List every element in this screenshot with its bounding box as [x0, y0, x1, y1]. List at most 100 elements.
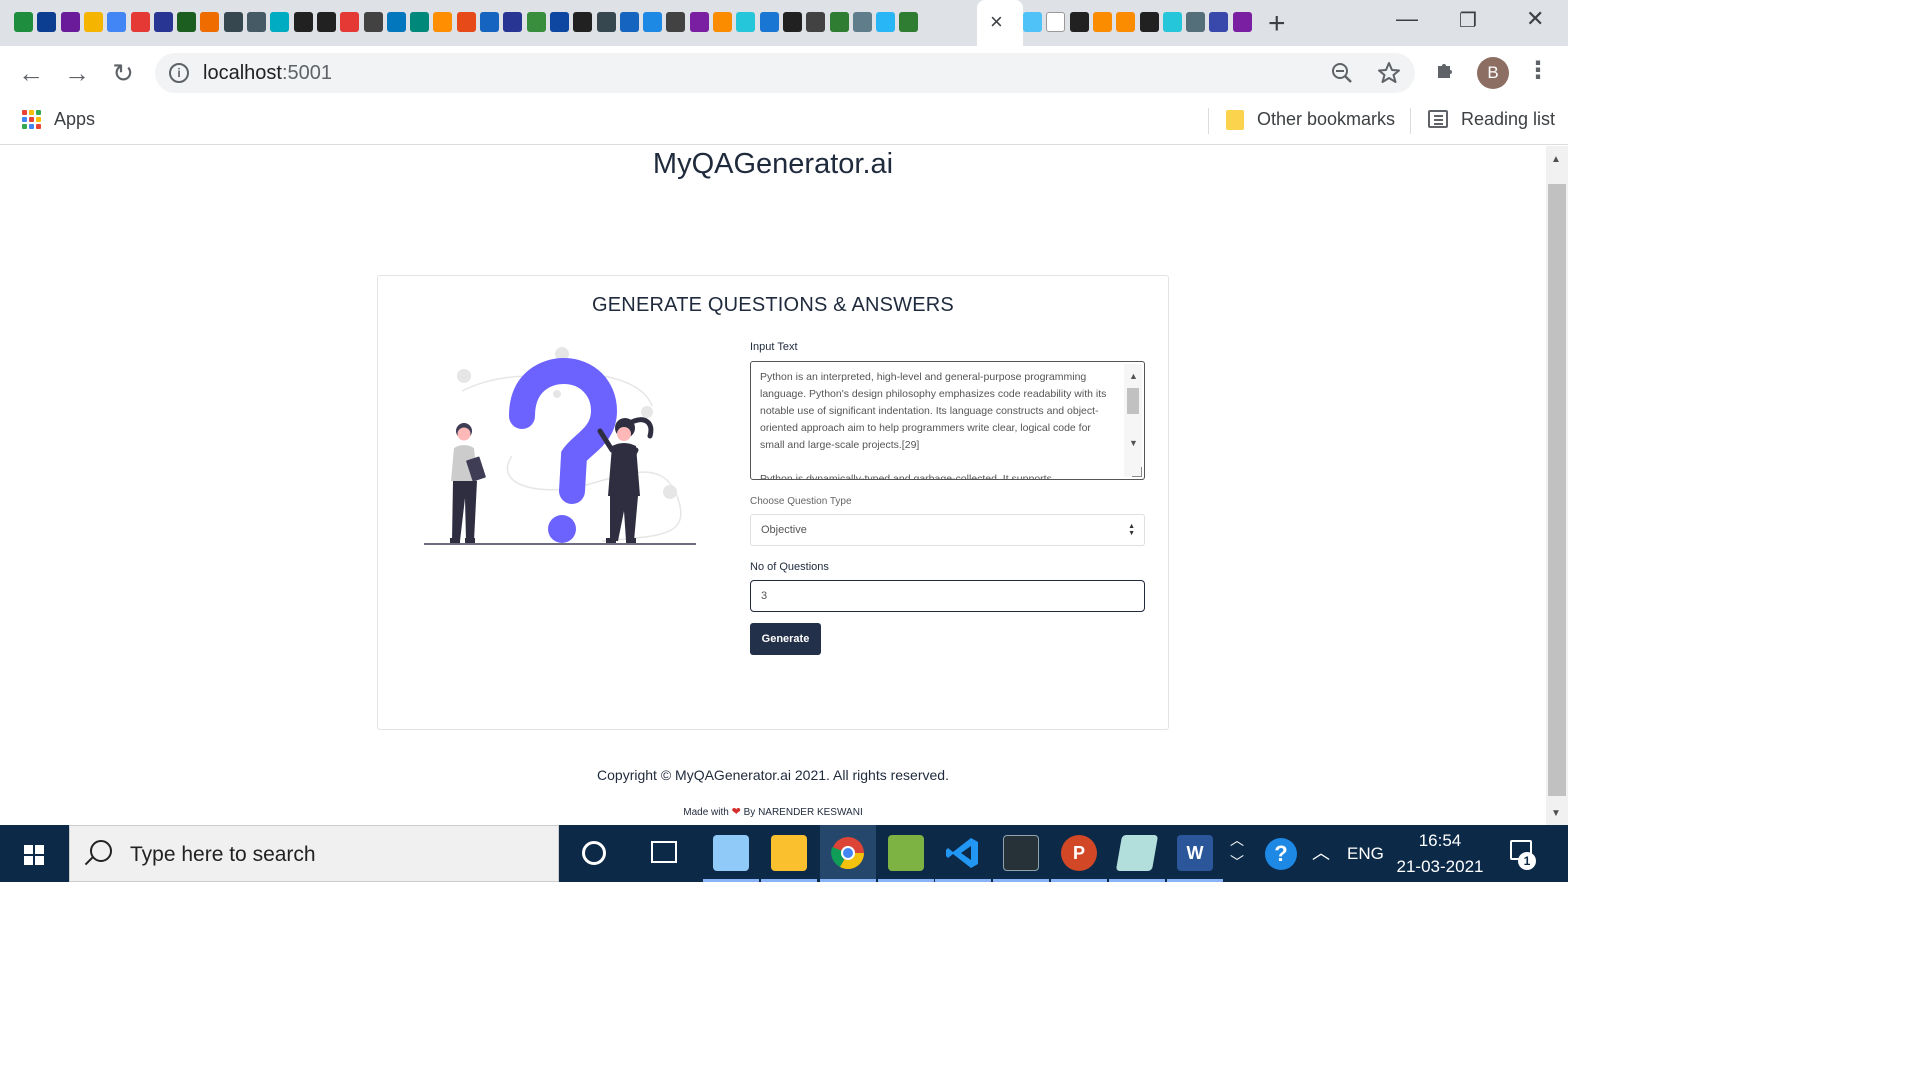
tab-favicon-icon[interactable] [1186, 12, 1206, 32]
tab-favicon-icon[interactable] [247, 12, 266, 32]
tab-favicon-icon[interactable] [363, 12, 383, 32]
tab-favicon-icon[interactable] [316, 12, 336, 32]
address-bar[interactable]: i localhost:5001 [155, 53, 1415, 93]
tab-favicon-icon[interactable] [130, 12, 150, 32]
tab-favicon-icon[interactable] [689, 12, 709, 32]
browser-menu-icon[interactable]: ⋮ [1526, 56, 1550, 85]
scroll-down-icon[interactable]: ▼ [1551, 808, 1561, 819]
chrome-icon[interactable] [830, 835, 866, 871]
mysql-workbench-icon[interactable] [1003, 835, 1039, 871]
tab-favicon-icon[interactable] [596, 12, 616, 32]
tab-favicon-icon[interactable] [14, 12, 33, 32]
tab-favicon-icon[interactable] [503, 12, 523, 32]
tab-favicon-icon[interactable] [573, 12, 593, 32]
tab-favicon-icon[interactable] [270, 12, 290, 32]
notepad-plus-plus-icon[interactable] [888, 835, 924, 871]
tab-favicon-icon[interactable] [899, 12, 919, 32]
tab-favicon-icon[interactable] [806, 12, 826, 32]
tab-favicon-icon[interactable] [1092, 12, 1112, 32]
extensions-icon[interactable] [1434, 58, 1458, 82]
back-button[interactable]: ← [14, 56, 48, 90]
tab-favicon-icon[interactable] [293, 12, 313, 32]
reading-list-icon[interactable] [1428, 110, 1448, 128]
tab-favicon-icon[interactable] [829, 12, 849, 32]
help-icon[interactable]: ? [1265, 838, 1297, 870]
tab-favicon-icon[interactable] [1023, 12, 1042, 32]
reload-button[interactable]: ↻ [106, 56, 140, 90]
tab-favicon-icon[interactable] [340, 12, 360, 32]
tab-favicon-icon[interactable] [480, 12, 499, 32]
generate-button[interactable]: Generate [750, 623, 821, 655]
app-icon[interactable] [1115, 835, 1159, 871]
vscode-icon[interactable] [945, 835, 981, 871]
tab-favicon-icon[interactable] [666, 12, 686, 32]
tab-favicon-icon[interactable] [433, 12, 453, 32]
tab-favicon-icon[interactable] [223, 12, 243, 32]
tab-favicon-icon[interactable] [643, 12, 663, 32]
textarea-scroll-thumb[interactable] [1127, 388, 1139, 414]
restore-button[interactable]: ❐ [1459, 8, 1477, 33]
zoom-icon[interactable] [1331, 62, 1353, 84]
other-bookmarks[interactable]: Other bookmarks [1257, 109, 1395, 130]
active-tab[interactable]: × [977, 0, 1023, 46]
tab-favicon-icon[interactable] [619, 12, 639, 32]
scroll-up-icon[interactable]: ▲ [1551, 154, 1561, 165]
minimize-button[interactable]: — [1396, 6, 1418, 32]
apps-bookmark[interactable]: Apps [54, 109, 95, 130]
new-tab-button[interactable]: + [1268, 7, 1286, 41]
page-scrollbar[interactable]: ▲ ▼ [1546, 146, 1568, 825]
apps-grid-icon[interactable] [22, 110, 42, 130]
taskbar-search-box[interactable]: Type here to search [69, 825, 559, 882]
tab-favicon-icon[interactable] [1069, 12, 1089, 32]
tab-favicon-icon[interactable] [60, 12, 80, 32]
language-indicator[interactable]: ENG [1347, 844, 1384, 864]
tab-favicon-icon[interactable] [1209, 12, 1229, 32]
input-text-area[interactable]: Python is an interpreted, high-level and… [750, 361, 1145, 480]
reading-list[interactable]: Reading list [1461, 109, 1555, 130]
tab-favicon-icon[interactable] [410, 12, 430, 32]
tab-favicon-icon[interactable] [713, 12, 732, 32]
snipping-tool-icon[interactable] [713, 835, 749, 871]
tab-favicon-icon[interactable] [1162, 12, 1182, 32]
tab-favicon-icon[interactable] [1139, 12, 1159, 32]
tab-favicon-icon[interactable] [1116, 12, 1136, 32]
tab-favicon-icon[interactable] [83, 12, 103, 32]
scroll-down-icon[interactable]: ▼ [1129, 435, 1138, 452]
site-info-icon[interactable]: i [169, 63, 189, 83]
show-hidden-icons-icon[interactable]: ︿ [1312, 839, 1330, 865]
folder-icon[interactable] [1226, 110, 1244, 130]
close-window-button[interactable]: ✕ [1526, 6, 1544, 32]
tab-favicon-icon[interactable] [782, 12, 802, 32]
tab-favicon-icon[interactable] [759, 12, 779, 32]
tab-favicon-icon[interactable] [852, 12, 872, 32]
scroll-up-icon[interactable]: ▲ [1129, 368, 1138, 385]
tab-favicon-icon[interactable] [107, 12, 127, 32]
tab-favicon-icon[interactable] [736, 12, 756, 32]
forward-button[interactable]: → [60, 56, 94, 90]
powerpoint-icon[interactable]: P [1061, 835, 1097, 871]
textarea-scrollbar[interactable]: ▲ ▼ [1124, 364, 1142, 477]
file-explorer-icon[interactable] [771, 835, 807, 871]
page-scroll-thumb[interactable] [1548, 184, 1566, 796]
task-view-icon[interactable] [651, 841, 677, 863]
cortana-icon[interactable] [582, 841, 606, 865]
tab-favicon-icon[interactable] [200, 12, 220, 32]
tab-favicon-icon[interactable] [1232, 12, 1252, 32]
clock-time[interactable]: 16:54 [1404, 831, 1476, 851]
clock-date[interactable]: 21-03-2021 [1394, 857, 1486, 877]
tab-favicon-icon[interactable] [456, 12, 476, 32]
num-questions-input[interactable]: 3 [750, 580, 1145, 612]
tab-favicon-icon[interactable] [153, 12, 173, 32]
tab-favicon-icon[interactable] [526, 12, 546, 32]
profile-avatar[interactable]: B [1477, 57, 1509, 89]
tab-favicon-icon[interactable] [177, 12, 197, 32]
close-tab-icon[interactable]: × [990, 9, 1003, 35]
tab-favicon-icon[interactable] [549, 12, 569, 32]
taskbar-scroll-icon[interactable]: ︿ ﹀ [1230, 829, 1244, 873]
tab-favicon-icon[interactable] [1046, 12, 1066, 32]
windows-start-icon[interactable] [0, 825, 68, 882]
url-text[interactable]: localhost:5001 [203, 62, 332, 85]
question-type-select[interactable]: Objective ▲ ▼ [750, 514, 1145, 546]
word-icon[interactable]: W [1177, 835, 1213, 871]
bookmark-star-icon[interactable] [1377, 61, 1401, 85]
